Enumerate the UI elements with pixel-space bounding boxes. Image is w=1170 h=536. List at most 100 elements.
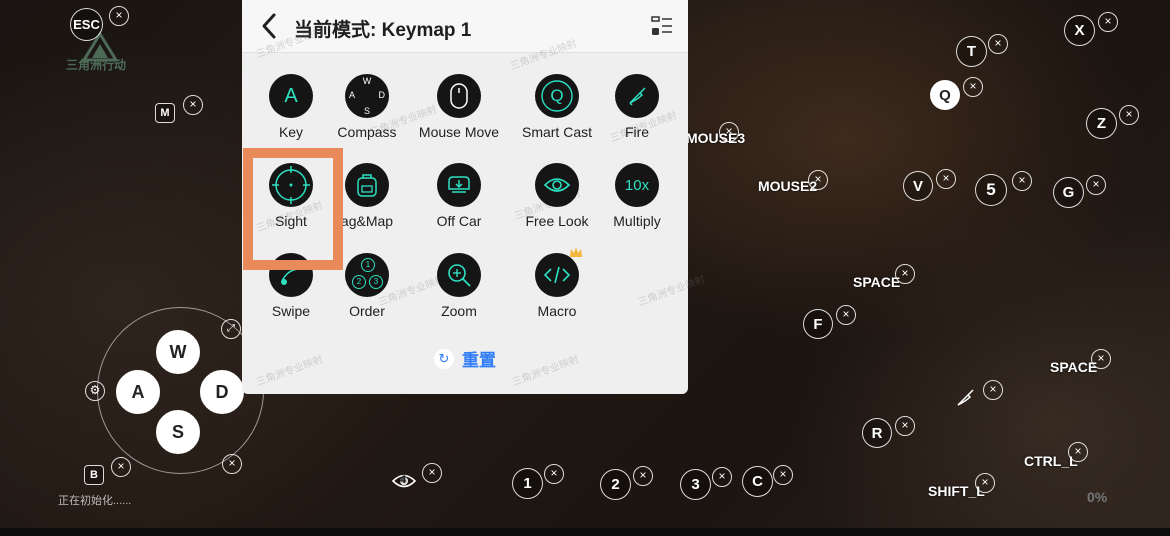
q-cast-glyph: Q <box>550 86 564 105</box>
multiply-10x-icon: 10x <box>615 163 659 207</box>
game-logo-text: 三角洲行动 <box>66 58 127 72</box>
code-macro-icon <box>535 247 582 297</box>
key-space-1-label: SPACE <box>853 274 901 290</box>
key-g[interactable]: G <box>1053 177 1084 208</box>
tile-label: Free Look <box>525 213 589 229</box>
key-c[interactable]: C <box>742 466 773 497</box>
key-v[interactable]: V <box>903 171 933 201</box>
order-digit-1: 1 <box>361 258 375 272</box>
close-icon[interactable]: × <box>111 457 131 477</box>
tile-label: Mouse Move <box>418 124 500 140</box>
reset-label: 重置 <box>462 351 496 370</box>
close-icon[interactable]: × <box>988 34 1008 54</box>
key-m[interactable]: M <box>155 103 175 123</box>
eye-icon <box>535 163 579 207</box>
close-icon[interactable]: × <box>712 467 732 487</box>
key-space-1[interactable]: SPACE <box>853 274 900 290</box>
close-icon[interactable]: × <box>1068 442 1088 462</box>
close-icon[interactable]: × <box>963 77 983 97</box>
status-text: 正在初始化...... <box>58 495 132 507</box>
letter-a-glyph: A <box>284 84 298 107</box>
q-cast-icon: Q <box>535 74 579 118</box>
close-icon[interactable]: × <box>222 454 242 474</box>
key-space-2-label: SPACE <box>1050 359 1098 375</box>
key-space-2[interactable]: SPACE <box>1050 359 1097 375</box>
tile-label: Macro <box>537 303 577 319</box>
close-icon[interactable]: × <box>109 6 129 26</box>
close-icon[interactable]: × <box>808 170 828 190</box>
refresh-icon: ↻ <box>434 348 454 369</box>
close-icon[interactable]: × <box>1012 171 1032 191</box>
compass-w: W <box>362 76 372 86</box>
close-icon[interactable]: × <box>1086 175 1106 195</box>
close-icon[interactable]: × <box>936 169 956 189</box>
key-x[interactable]: X <box>1064 15 1095 46</box>
close-icon[interactable]: × <box>975 473 995 493</box>
sight-highlight-frame <box>243 148 343 270</box>
close-icon[interactable]: × <box>895 264 915 284</box>
key-3[interactable]: 3 <box>680 469 711 500</box>
close-icon[interactable]: × <box>1091 349 1111 369</box>
order-digit-3: 3 <box>369 275 383 289</box>
tile-off-car[interactable]: Off Car <box>414 163 504 249</box>
key-4: 4 <box>400 474 407 486</box>
close-icon[interactable]: × <box>773 465 793 485</box>
tile-label: Order <box>349 303 385 319</box>
tile-zoom[interactable]: Zoom <box>414 253 504 339</box>
exit-car-icon <box>437 163 481 207</box>
reset-button[interactable]: ↻ 重置 <box>434 346 496 371</box>
key-5[interactable]: 5 <box>975 174 1007 206</box>
key-t[interactable]: T <box>956 36 987 67</box>
joystick-w[interactable]: W <box>156 330 200 374</box>
bottom-strip <box>0 528 1170 536</box>
tile-smart-cast[interactable]: Q Smart Cast <box>512 74 602 160</box>
progress-percent: 0% <box>1087 489 1108 505</box>
resize-icon[interactable]: ⤢ <box>221 319 241 339</box>
close-icon[interactable]: × <box>183 95 203 115</box>
bullet-icon <box>615 74 659 118</box>
tile-label: Smart Cast <box>521 124 592 140</box>
close-icon[interactable]: × <box>719 122 739 142</box>
key-2[interactable]: 2 <box>600 469 631 500</box>
close-icon[interactable]: × <box>422 463 442 483</box>
close-icon[interactable]: × <box>836 305 856 325</box>
close-icon[interactable]: × <box>1119 105 1139 125</box>
crown-badge-icon <box>570 247 582 257</box>
joystick-d[interactable]: D <box>200 370 244 414</box>
close-icon[interactable]: × <box>895 416 915 436</box>
key-r[interactable]: R <box>862 418 892 448</box>
mouse-icon <box>437 74 481 118</box>
close-icon[interactable]: × <box>983 380 1003 400</box>
close-icon[interactable]: × <box>544 464 564 484</box>
order-icon: 1 2 3 <box>345 253 389 297</box>
tile-mouse-move[interactable]: Mouse Move <box>414 74 504 160</box>
gear-icon[interactable]: ⚙ <box>85 381 105 401</box>
wasd-compass-icon: W A D S <box>345 74 389 118</box>
multiply-glyph: 10x <box>624 176 650 194</box>
list-view-icon[interactable] <box>650 14 674 38</box>
tile-multiply[interactable]: 10x Multiply <box>592 163 682 249</box>
key-f[interactable]: F <box>803 309 833 339</box>
tile-label: Off Car <box>436 213 482 229</box>
key-1[interactable]: 1 <box>512 468 543 499</box>
compass-a: A <box>349 90 356 100</box>
tile-label: Fire <box>624 124 650 140</box>
bullet-icon[interactable] <box>954 387 976 409</box>
joystick-s[interactable]: S <box>156 410 200 454</box>
compass-d: D <box>378 90 386 100</box>
close-icon[interactable]: × <box>633 466 653 486</box>
tile-free-look[interactable]: Free Look <box>512 163 602 249</box>
joystick-cluster: W A D S <box>104 330 258 454</box>
key-b[interactable]: B <box>84 465 104 485</box>
key-z[interactable]: Z <box>1086 108 1117 139</box>
compass-s: S <box>363 106 370 116</box>
order-digit-2: 2 <box>352 275 366 289</box>
tile-fire[interactable]: Fire <box>592 74 682 160</box>
back-arrow-icon[interactable] <box>258 12 280 40</box>
key-q[interactable]: Q <box>930 80 960 110</box>
joystick-a[interactable]: A <box>116 370 160 414</box>
letter-a-icon: A <box>269 74 313 118</box>
close-icon[interactable]: × <box>1098 12 1118 32</box>
key-esc[interactable]: ESC <box>70 8 103 41</box>
tile-macro[interactable]: Macro <box>512 247 602 339</box>
